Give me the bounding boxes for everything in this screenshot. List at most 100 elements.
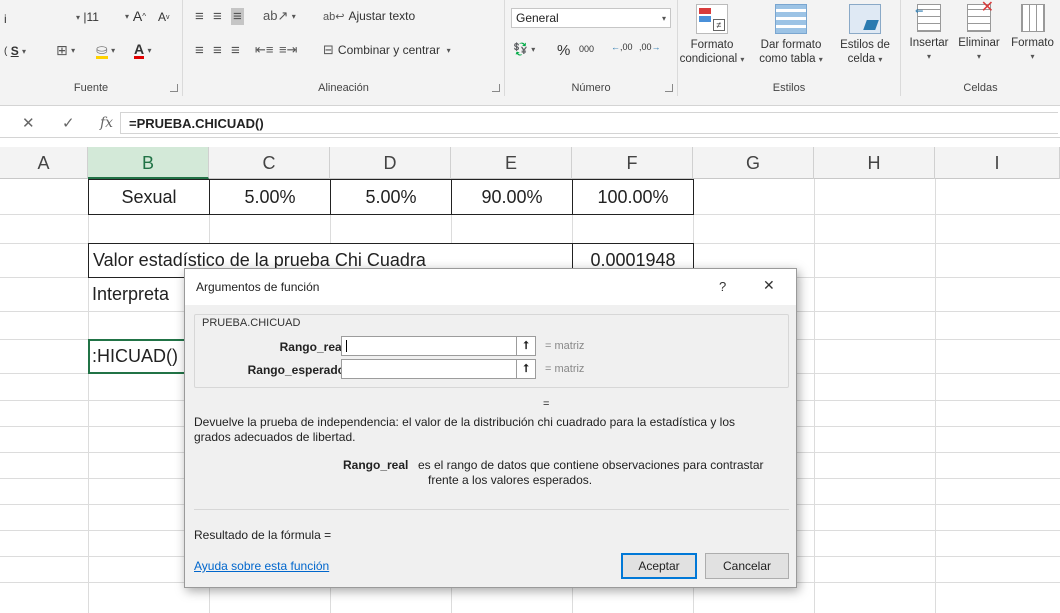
column-header-d[interactable]: D: [330, 147, 451, 179]
rango-real-input[interactable]: [341, 336, 517, 356]
decrease-decimals-icon: →: [651, 42, 661, 52]
font-launcher-icon[interactable]: [170, 84, 178, 92]
wrap-text-icon: ab↩: [323, 10, 345, 23]
insert-button[interactable]: ⇐ Insertar ▾: [903, 4, 955, 64]
accounting-format-button[interactable]: 💱 ▾: [513, 42, 535, 56]
collapse-dialog-icon[interactable]: ⭡: [516, 336, 536, 356]
chevron-down-icon: ▾: [818, 55, 823, 64]
fill-color-icon: ⛀: [96, 41, 108, 59]
increase-indent-button[interactable]: ≡⇥: [279, 42, 297, 58]
align-top-button[interactable]: ≡: [195, 8, 204, 25]
help-question-icon[interactable]: ?: [719, 279, 726, 294]
arg-label-rango-real: Rango_real: [279, 340, 345, 354]
cell-styles-icon: [849, 4, 881, 34]
text-cursor: [346, 340, 347, 352]
format-as-table-button[interactable]: Dar formato como tabla ▾: [750, 4, 832, 67]
interpretation-cell[interactable]: Interpreta: [92, 277, 188, 311]
chevron-down-icon: ▾: [111, 46, 116, 55]
chevron-down-icon: ▾: [147, 46, 152, 55]
conditional-format-button[interactable]: ≠ Formato condicional ▾: [678, 4, 746, 67]
align-left-button[interactable]: ≡: [195, 42, 204, 59]
format-as-table-icon: [775, 4, 807, 34]
orientation-button[interactable]: ab↗ ▾: [263, 8, 296, 24]
fill-color-button[interactable]: ⛀ ▾: [96, 42, 115, 59]
styles-group: ≠ Formato condicional ▾ Dar formato como…: [678, 0, 901, 96]
align-right-button[interactable]: ≡: [231, 42, 240, 59]
overall-result-equals: =: [543, 398, 550, 410]
align-bottom-icon: ≡: [233, 8, 242, 25]
chevron-down-icon: ▾: [740, 55, 745, 64]
number-format-value: General: [516, 11, 559, 25]
orientation-icon: ab↗: [263, 8, 289, 23]
function-arguments-dialog: Argumentos de función ? ✕ PRUEBA.CHICUAD…: [184, 268, 797, 588]
decrease-indent-button[interactable]: ⇤≡: [255, 42, 273, 58]
shrink-font-button[interactable]: Av: [158, 10, 170, 24]
merge-center-button[interactable]: ⊟ Combinar y centrar ▾: [323, 42, 451, 58]
chevron-down-icon: ▾: [531, 44, 536, 54]
font-size-dropdown[interactable]: ▾ | 11: [76, 10, 99, 24]
alignment-group: ≡ ≡ ≡ ab↗ ▾ ab↩ Ajustar texto ≡ ≡ ≡ ⇤≡ ≡⇥: [183, 0, 505, 96]
underline-button[interactable]: ( S ▾: [4, 44, 26, 58]
insert-function-icon[interactable]: fx: [100, 115, 113, 131]
thousands-button[interactable]: 000: [579, 44, 594, 54]
close-icon[interactable]: ✕: [763, 278, 775, 294]
align-center-button[interactable]: ≡: [213, 42, 222, 59]
formula-input[interactable]: =PRUEBA.CHICUAD(): [120, 112, 1058, 134]
chevron-down-icon: ▾: [76, 12, 81, 22]
number-format-dropdown[interactable]: General ▾: [511, 8, 671, 28]
align-middle-button[interactable]: ≡: [213, 8, 222, 25]
chevron-down-icon: ▾: [291, 11, 296, 21]
cell-b-sexual[interactable]: Sexual: [88, 179, 210, 215]
column-header-f[interactable]: F: [572, 147, 693, 179]
column-header-a[interactable]: A: [0, 147, 88, 179]
function-help-link[interactable]: Ayuda sobre esta función: [194, 559, 329, 573]
cell-styles-button[interactable]: Estilos de celda ▾: [834, 4, 896, 67]
close-icon[interactable]: ✕: [22, 114, 35, 132]
cancel-button[interactable]: Cancelar: [705, 553, 789, 579]
function-name: PRUEBA.CHICUAD: [202, 317, 301, 329]
check-icon[interactable]: ✓: [62, 114, 75, 132]
delete-button[interactable]: ✕ Eliminar ▾: [953, 0, 1005, 64]
font-size-value: 11: [86, 10, 99, 24]
chevron-down-icon: ▾: [446, 45, 451, 55]
rango-esperado-input[interactable]: [341, 359, 517, 379]
font-color-button[interactable]: A ▾: [134, 42, 151, 59]
arg-result-rango-real: = matriz: [545, 340, 585, 352]
decrease-indent-icon: ⇤≡: [255, 42, 274, 57]
increase-decimals-button[interactable]: ← ,00: [611, 42, 633, 52]
insert-cells-icon: ⇐: [915, 4, 941, 32]
font-group: i ▾ | 11 ▾ A ^ Av ( S ▾ ⊞ ▾ ⛀ ▾ A ▾ Fuente: [0, 0, 183, 96]
active-cell[interactable]: :HICUAD(): [88, 339, 187, 374]
column-header-g[interactable]: G: [693, 147, 814, 179]
font-name-partial[interactable]: i: [4, 12, 7, 26]
format-button[interactable]: Formato ▾: [1005, 4, 1060, 64]
align-center-icon: ≡: [213, 42, 222, 59]
align-left-icon: ≡: [195, 42, 204, 59]
percent-button[interactable]: %: [557, 42, 570, 59]
number-group-label: Número: [571, 82, 611, 94]
conditional-format-icon: ≠: [696, 4, 728, 34]
chevron-down-icon: ▾: [125, 11, 130, 21]
grow-font-button[interactable]: ▾ A ^: [125, 8, 146, 24]
collapse-dialog-icon[interactable]: ⭡: [516, 359, 536, 379]
align-bottom-button[interactable]: ≡: [231, 8, 244, 25]
column-header-e[interactable]: E: [451, 147, 572, 179]
column-header-b[interactable]: B: [88, 147, 209, 179]
column-header-c[interactable]: C: [209, 147, 330, 179]
cell-d-value[interactable]: 5.00%: [330, 179, 452, 215]
cell-f-value[interactable]: 100.00%: [572, 179, 694, 215]
alignment-launcher-icon[interactable]: [492, 84, 500, 92]
column-header-h[interactable]: H: [814, 147, 935, 179]
arguments-group: PRUEBA.CHICUAD Rango_real ⭡ = matriz Ran…: [194, 314, 789, 388]
number-launcher-icon[interactable]: [665, 84, 673, 92]
chevron-down-icon: ▾: [976, 52, 981, 61]
chevron-down-icon: ▾: [22, 46, 27, 56]
column-header-i[interactable]: I: [935, 147, 1060, 179]
cell-e-value[interactable]: 90.00%: [451, 179, 573, 215]
wrap-text-button[interactable]: ab↩ Ajustar texto: [323, 9, 415, 23]
ok-button[interactable]: Aceptar: [621, 553, 697, 579]
increase-decimals-icon: ←: [611, 42, 620, 52]
cell-c-value[interactable]: 5.00%: [209, 179, 331, 215]
borders-button[interactable]: ⊞ ▾: [56, 42, 75, 59]
decrease-decimals-button[interactable]: ,00 →: [639, 42, 661, 52]
